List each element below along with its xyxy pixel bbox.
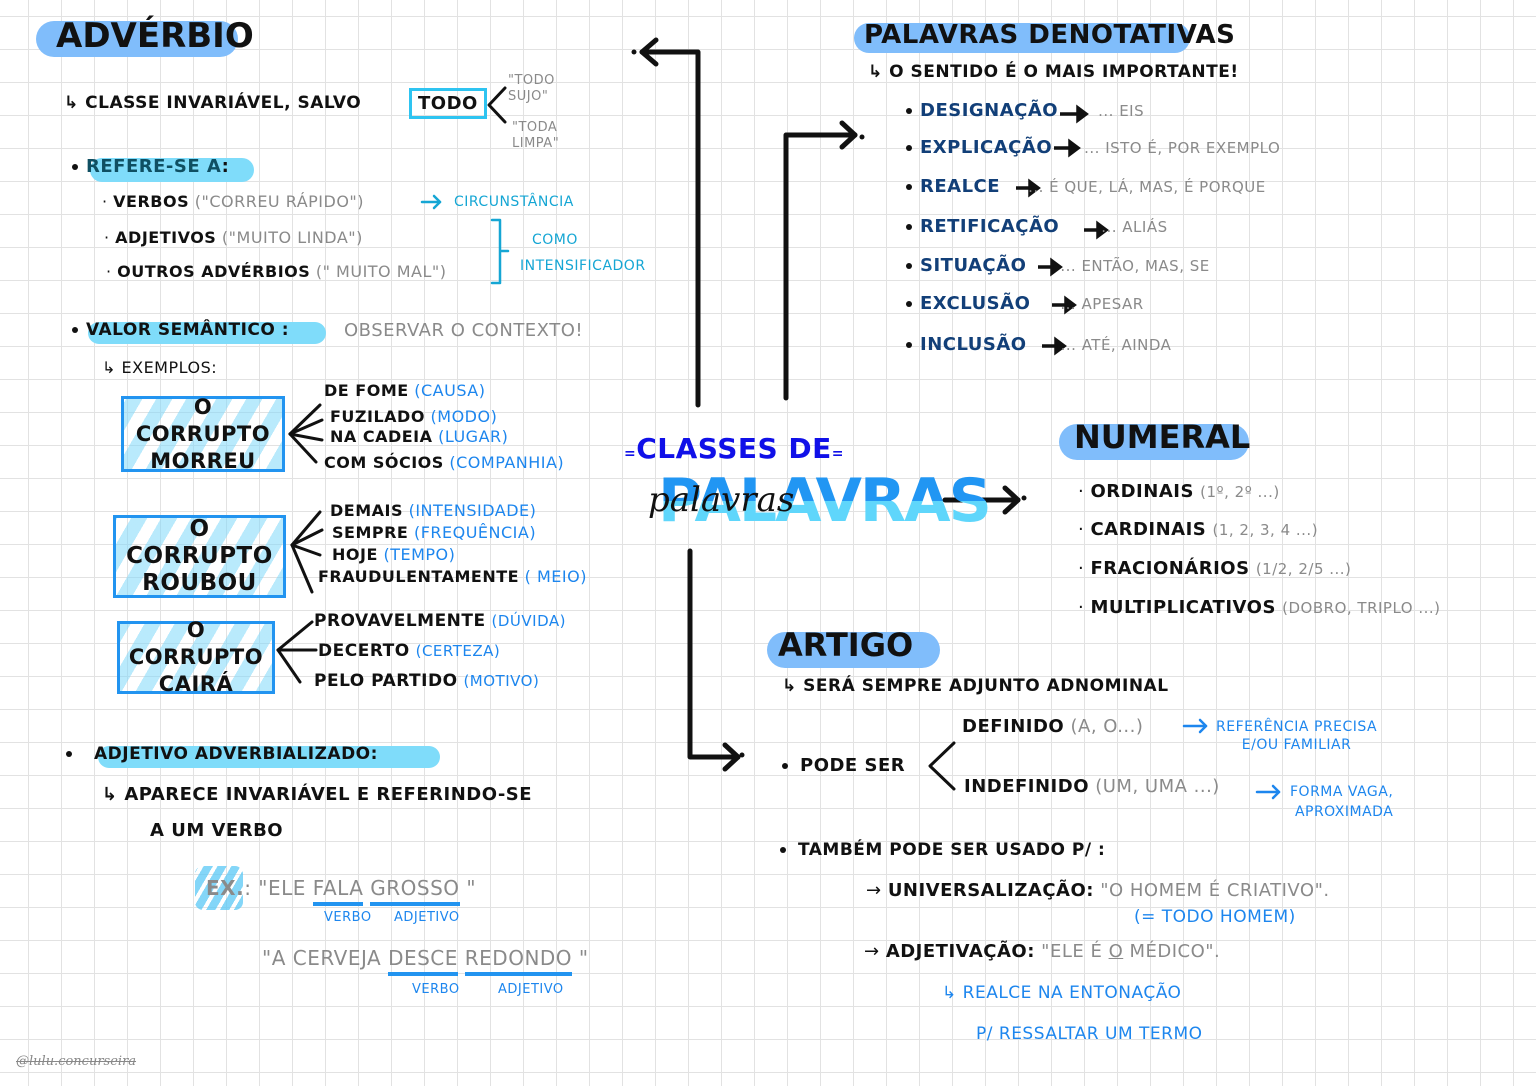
- return-arrow-icon: ↳: [782, 676, 804, 696]
- adj-adv-desc-1: ↳ Aparece invariável e referindo-se: [102, 784, 533, 805]
- adjetivacao-note-1: ↳ Realce na entonação: [942, 983, 1182, 1003]
- denotativas-subtitle: ↳ O sentido é o mais importante!: [868, 62, 1239, 82]
- return-arrow-icon: ↳: [942, 983, 963, 1003]
- exemplos-label: ↳ Exemplos:: [102, 358, 218, 377]
- denotativas-item: Situação... então, mas, se: [906, 255, 1210, 276]
- classes-de-title: =Classes de=: [624, 432, 845, 465]
- example-item: demais (intensidade): [330, 501, 537, 520]
- numeral-item: · Cardinais (1, 2, 3, 4 ...): [1078, 519, 1319, 540]
- valor-semantico-label: Valor semântico :: [72, 320, 289, 340]
- denotativas-item: Retificação... aliás: [906, 216, 1168, 237]
- artigo-title: Artigo: [778, 626, 914, 664]
- example-item: pelo partido (motivo): [314, 671, 540, 691]
- pode-ser-bracket: [928, 741, 956, 791]
- arrow-to-artigo: [687, 548, 741, 760]
- refere-item-outros: · Outros advérbios (" muito mal"): [106, 262, 447, 281]
- ex2-adj-tag: adjetivo: [498, 982, 564, 997]
- todo-highlight-box: todo: [409, 88, 487, 119]
- denotativas-item: Exclusão... apesar: [906, 293, 1144, 314]
- artigo-subtitle: ↳ Será sempre adjunto adnominal: [782, 676, 1169, 696]
- refere-label: Refere-se a:: [72, 156, 229, 177]
- numeral-item: · Multiplicativos (dobro, triplo ...): [1078, 597, 1441, 618]
- numeral-item: · Ordinais (1º, 2º ...): [1078, 481, 1280, 502]
- example-list-roubou: demais (intensidade) sempre (frequência)…: [318, 500, 587, 588]
- example-item: na cadeia (lugar): [330, 427, 509, 446]
- example-item: sempre (frequência): [332, 523, 537, 542]
- example-item: provavelmente (dúvida): [314, 611, 566, 631]
- example-arrow-1: [288, 403, 324, 464]
- definido-arrow: [1182, 718, 1208, 734]
- adj-adv-label: Adjetivo adverbializado:: [66, 744, 378, 764]
- numeral-title: Numeral: [1074, 418, 1251, 456]
- indefinido-arrow: [1255, 784, 1281, 800]
- adj-adv-desc-2: a um verbo: [150, 820, 284, 841]
- universalizacao-item: → Universalização: "O homem é criativo".: [866, 880, 1330, 901]
- example-item: de fome (causa): [324, 381, 486, 400]
- todo-bracket: [487, 86, 507, 124]
- adjetivacao-note-2: p/ ressaltar um termo: [976, 1024, 1203, 1044]
- numeral-item: · Fracionários (1/2, 2/5 ...): [1078, 558, 1352, 579]
- ex1-sentence: Ex.: "Ele fala grosso ": [206, 876, 476, 906]
- tambem-label: Também pode ser usado p/ :: [780, 840, 1105, 860]
- circunstancia-label: circunstância: [454, 194, 574, 210]
- universalizacao-note: (= todo homem): [1134, 907, 1296, 927]
- todo-example-1: "todo sujo": [508, 73, 555, 104]
- denotativas-title: Palavras denotativas: [864, 20, 1236, 50]
- ex1-adj-tag: adjetivo: [394, 910, 460, 925]
- arrow-to-adverbio: [639, 49, 701, 408]
- return-arrow-icon: ↳: [64, 93, 86, 113]
- indefinido-note: Forma vaga, aproximada: [1290, 784, 1394, 820]
- example-box-roubou: O corrupto roubou: [113, 515, 286, 598]
- example-item: hoje (tempo): [332, 545, 456, 564]
- pode-ser-label: Pode ser: [782, 755, 905, 776]
- adverbio-title: Advérbio: [56, 16, 254, 56]
- denotativas-item: Designação... eis: [906, 100, 1144, 121]
- refere-item-verbos: · Verbos ("correu rápido"): [102, 192, 365, 211]
- artigo-definido: Definido (a, o...): [962, 716, 1144, 737]
- denotativas-item: Explicação... isto é, por exemplo: [906, 137, 1280, 158]
- circunstancia-arrow: [420, 194, 442, 210]
- return-arrow-icon: ↳: [102, 784, 125, 805]
- palavras-script-title: palavras: [648, 480, 795, 520]
- example-item: decerto (certeza): [318, 641, 501, 661]
- adjetivacao-item: → Adjetivação: "Ele é o médico".: [864, 941, 1221, 962]
- denotativas-item: Inclusão... até, ainda: [906, 334, 1171, 355]
- ex2-sentence: "A cerveja desce redondo ": [262, 946, 589, 976]
- example-box-morreu: O corrupto morreu: [121, 395, 285, 473]
- example-box-caira: O corrupto cairá: [117, 618, 275, 696]
- intensificador-brace: [490, 218, 510, 285]
- arrow-to-denotativas: [783, 132, 858, 401]
- adverbio-definition: ↳ Classe invariável, salvo: [64, 93, 362, 113]
- denotativas-item: Realce... é que, lá, mas, é porque: [906, 176, 1266, 197]
- artigo-indefinido: Indefinido (um, uma ...): [964, 776, 1220, 797]
- todo-example-2: "toda limpa": [512, 120, 560, 151]
- ex1-verb-tag: verbo: [324, 910, 372, 925]
- ex2-verb-tag: verbo: [412, 982, 460, 997]
- example-list-morreu: de fome (causa) fuzilado (modo) na cadei…: [324, 378, 564, 476]
- definido-note: Referência precisa e/ou familiar: [1216, 719, 1378, 753]
- return-arrow-icon: ↳: [102, 358, 122, 377]
- example-item: fraudulentamente ( meio): [318, 567, 587, 586]
- valor-semantico-note: observar o contexto!: [344, 320, 584, 341]
- watermark: @lulu.concurseira: [16, 1054, 137, 1069]
- refere-item-adjetivos: · Adjetivos ("muito linda"): [104, 228, 363, 247]
- intensificador-line-1: como: [532, 232, 578, 248]
- example-item: com sócios (companhia): [324, 453, 565, 472]
- example-arrow-3: [276, 620, 318, 684]
- example-list-caira: provavelmente (dúvida) decerto (certeza)…: [314, 606, 566, 696]
- return-arrow-icon: ↳: [868, 62, 890, 82]
- intensificador-line-2: intensificador: [520, 258, 646, 274]
